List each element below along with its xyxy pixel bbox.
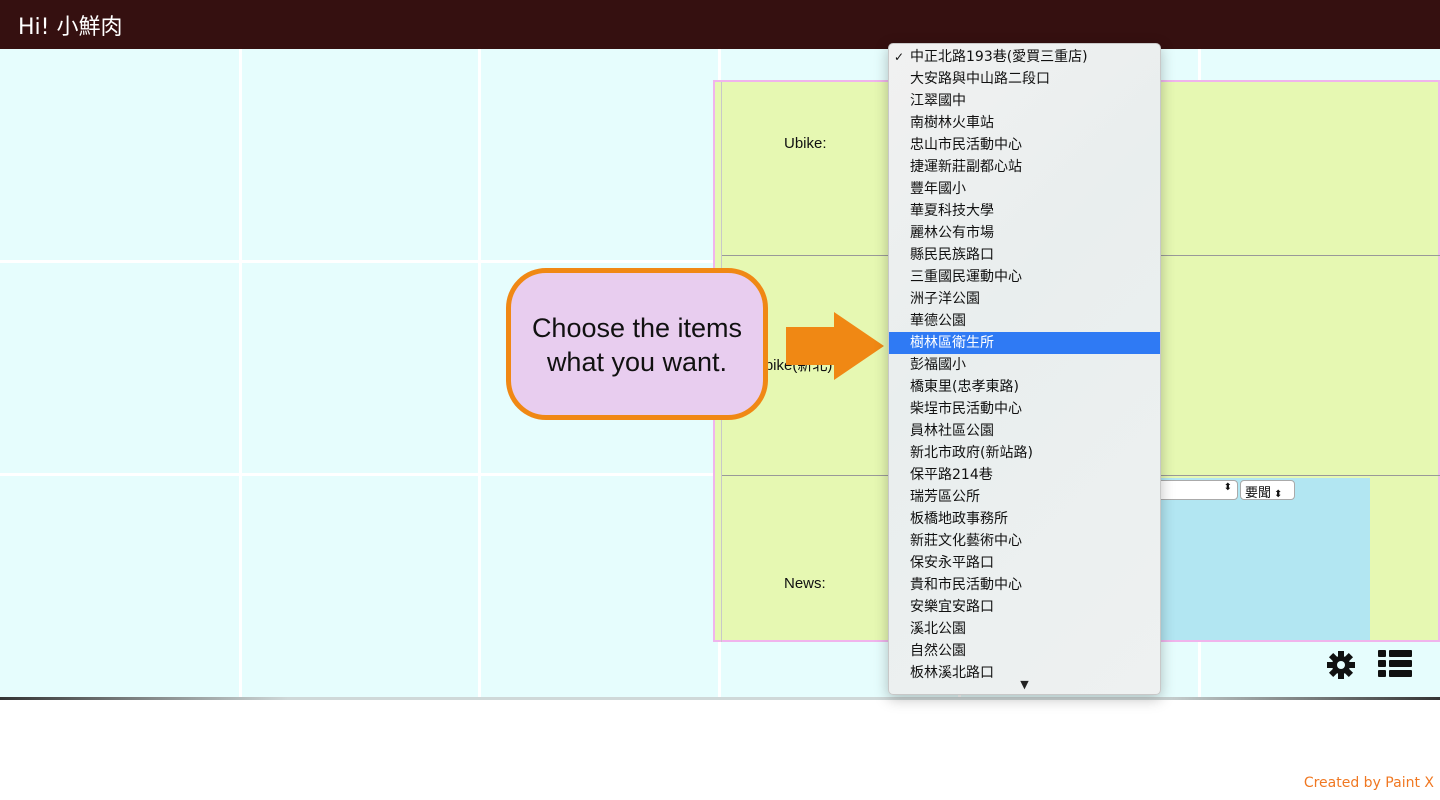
dropdown-option[interactable]: 麗林公有市場 bbox=[889, 222, 1160, 244]
ubike-label: Ubike: bbox=[784, 135, 827, 152]
dropdown-option-label: 新北市政府(新站路) bbox=[910, 445, 1033, 461]
dropdown-option-label: 自然公園 bbox=[910, 643, 966, 659]
dropdown-option[interactable]: 板橋地政事務所 bbox=[889, 508, 1160, 530]
dropdown-option[interactable]: 三重國民運動中心 bbox=[889, 266, 1160, 288]
news-category-select[interactable]: 要聞 ⬍ bbox=[1240, 480, 1295, 501]
dropdown-option-label: 縣民民族路口 bbox=[910, 247, 994, 263]
dropdown-option[interactable]: 豐年國小 bbox=[889, 178, 1160, 200]
board-bottom-edge bbox=[0, 697, 1440, 700]
dropdown-option-label: 江翠國中 bbox=[910, 93, 966, 109]
dropdown-option[interactable]: 江翠國中 bbox=[889, 90, 1160, 112]
dropdown-option-label: 彭福國小 bbox=[910, 357, 966, 373]
dropdown-option[interactable]: 貴和市民活動中心 bbox=[889, 574, 1160, 596]
dropdown-option[interactable]: 員林社區公園 bbox=[889, 420, 1160, 442]
updown-icon: ⬍ bbox=[1223, 482, 1232, 493]
dropdown-option-label: 華夏科技大學 bbox=[910, 203, 994, 219]
dropdown-option-label: 捷運新莊副都心站 bbox=[910, 159, 1022, 175]
dropdown-option-label: 保安永平路口 bbox=[910, 555, 994, 571]
dropdown-option[interactable]: 樹林區衛生所 bbox=[889, 332, 1160, 354]
dropdown-option-label: 三重國民運動中心 bbox=[910, 269, 1022, 285]
news-content-area bbox=[1160, 478, 1370, 640]
dropdown-option-label: 保平路214巷 bbox=[910, 467, 993, 483]
dropdown-option[interactable]: 自然公園 bbox=[889, 640, 1160, 662]
dropdown-option-label: 板橋地政事務所 bbox=[910, 511, 1008, 527]
hint-line-1: Choose the items bbox=[531, 313, 743, 343]
scroll-down-icon[interactable]: ▼ bbox=[889, 678, 1160, 691]
dropdown-option-label: 洲子洋公園 bbox=[910, 291, 980, 307]
pointer-arrow-icon bbox=[786, 312, 884, 380]
dropdown-option[interactable]: 南樹林火車站 bbox=[889, 112, 1160, 134]
dropdown-option[interactable]: 華德公園 bbox=[889, 310, 1160, 332]
dropdown-option[interactable]: 新北市政府(新站路) bbox=[889, 442, 1160, 464]
dropdown-option[interactable]: 橋東里(忠孝東路) bbox=[889, 376, 1160, 398]
dropdown-option[interactable]: 忠山市民活動中心 bbox=[889, 134, 1160, 156]
dropdown-option-label: 柴埕市民活動中心 bbox=[910, 401, 1022, 417]
dropdown-option[interactable]: ✓ 中正北路193巷(愛買三重店) bbox=[889, 46, 1160, 68]
dropdown-option-label: 樹林區衛生所 bbox=[910, 335, 994, 351]
dropdown-option-label: 溪北公園 bbox=[910, 621, 966, 637]
dropdown-option[interactable]: 安樂宜安路口 bbox=[889, 596, 1160, 618]
dropdown-option-label: 橋東里(忠孝東路) bbox=[910, 379, 1019, 395]
dropdown-option[interactable]: 新莊文化藝術中心 bbox=[889, 530, 1160, 552]
credit-text: Created by Paint X bbox=[1303, 775, 1434, 791]
checkmark-icon: ✓ bbox=[894, 50, 905, 64]
dropdown-option-label: 貴和市民活動中心 bbox=[910, 577, 1022, 593]
dropdown-option[interactable]: 瑞芳區公所 bbox=[889, 486, 1160, 508]
dropdown-option-label: 安樂宜安路口 bbox=[910, 599, 994, 615]
dropdown-option-label: 豐年國小 bbox=[910, 181, 966, 197]
dropdown-option[interactable]: 彭福國小 bbox=[889, 354, 1160, 376]
dropdown-option[interactable]: 保安永平路口 bbox=[889, 552, 1160, 574]
list-icon[interactable] bbox=[1378, 650, 1412, 678]
dropdown-option[interactable]: 大安路與中山路二段口 bbox=[889, 68, 1160, 90]
hint-callout: Choose the items what you want. bbox=[506, 268, 768, 420]
dropdown-option[interactable]: 縣民民族路口 bbox=[889, 244, 1160, 266]
hint-line-2: what you want. bbox=[546, 347, 728, 377]
dropdown-option-label: 員林社區公園 bbox=[910, 423, 994, 439]
dropdown-option-label: 華德公園 bbox=[910, 313, 966, 329]
dropdown-option[interactable]: 柴埕市民活動中心 bbox=[889, 398, 1160, 420]
dropdown-option-label: 麗林公有市場 bbox=[910, 225, 994, 241]
news-source-select[interactable]: ⬍ bbox=[1150, 480, 1238, 500]
news-category-value: 要聞 bbox=[1245, 486, 1272, 501]
grid-line bbox=[478, 49, 481, 699]
dropdown-option-label: 南樹林火車站 bbox=[910, 115, 994, 131]
dropdown-option-label: 大安路與中山路二段口 bbox=[910, 71, 1050, 87]
dropdown-option-label: 瑞芳區公所 bbox=[910, 489, 980, 505]
dropdown-option-label: 新莊文化藝術中心 bbox=[910, 533, 1022, 549]
dropdown-option[interactable]: 洲子洋公園 bbox=[889, 288, 1160, 310]
dropdown-option[interactable]: 華夏科技大學 bbox=[889, 200, 1160, 222]
dropdown-option[interactable]: 保平路214巷 bbox=[889, 464, 1160, 486]
dropdown-option-label: 忠山市民活動中心 bbox=[910, 137, 1022, 153]
station-dropdown-list[interactable]: ✓ 中正北路193巷(愛買三重店) 大安路與中山路二段口 江翠國中南樹林火車站忠山市民… bbox=[888, 43, 1161, 695]
gear-icon[interactable] bbox=[1326, 650, 1356, 680]
dropdown-option[interactable]: 溪北公園 bbox=[889, 618, 1160, 640]
news-label: News: bbox=[784, 575, 826, 592]
grid-line bbox=[239, 49, 242, 699]
dropdown-option-label: 中正北路193巷(愛買三重店) bbox=[910, 49, 1088, 65]
top-bar: Hi! 小鮮肉 bbox=[0, 0, 1440, 49]
updown-icon: ⬍ bbox=[1274, 489, 1283, 500]
greeting-title: Hi! 小鮮肉 bbox=[18, 15, 123, 40]
dropdown-option[interactable]: 捷運新莊副都心站 bbox=[889, 156, 1160, 178]
